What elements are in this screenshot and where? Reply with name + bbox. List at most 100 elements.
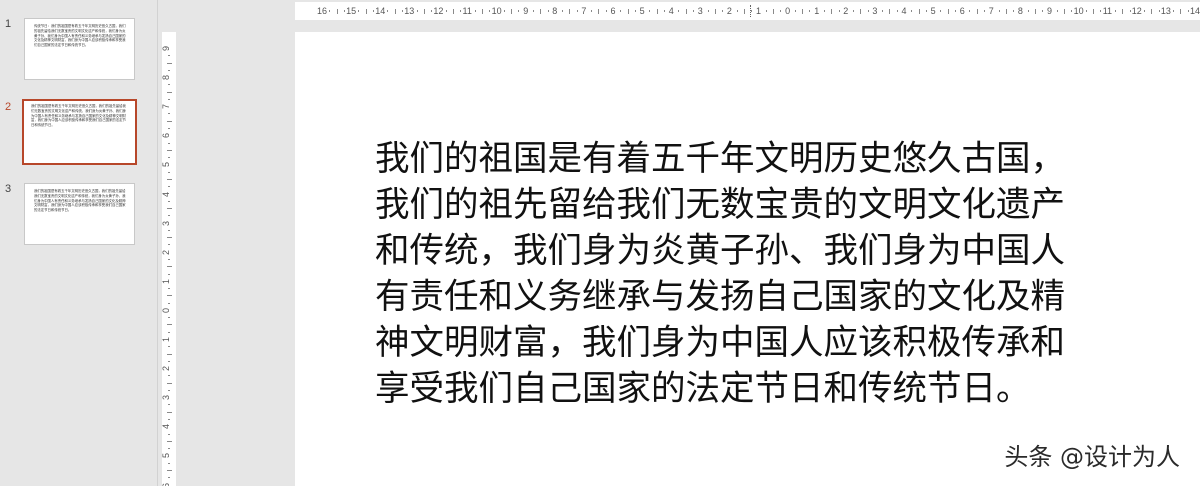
horizontal-ruler[interactable]: 16 15 14 13 12 11 10 9 8 7 6 5 4 3 2 1 0 1 2 3 4 5 6 7 8 9 10 11 12 1… [180, 0, 1200, 22]
ruler-tick [394, 8, 396, 14]
ruler-tick [918, 8, 920, 14]
ruler-tick [954, 10, 956, 12]
ruler-tick [947, 8, 949, 14]
ruler-tick [166, 208, 172, 210]
ruler-tick [489, 10, 491, 12]
ruler-label: 13 [404, 6, 415, 16]
ruler-tick [540, 8, 542, 14]
ruler-label: 1 [161, 336, 172, 343]
ruler-tick [1158, 10, 1160, 12]
ruler-tick [627, 8, 629, 14]
ruler-tick [168, 113, 170, 115]
ruler-tick [1114, 10, 1116, 12]
ruler-tick [431, 10, 433, 12]
slide-canvas[interactable]: 我们的祖国是有着五千年文明历史悠久古国，我们的祖先留给我们无数宝贵的文明文化遗产… [295, 32, 1200, 486]
ruler-tick [802, 8, 804, 14]
ruler-label: 2 [161, 249, 172, 255]
ruler-tick [976, 8, 978, 14]
ruler-tick [823, 10, 825, 12]
ruler-label: 1 [161, 278, 172, 284]
vertical-ruler-track: 9 8 7 6 5 4 3 2 1 0 1 2 3 4 5 6 [161, 32, 176, 486]
ruler-tick [809, 10, 811, 12]
ruler-tick [685, 8, 687, 14]
ruler-tick [329, 10, 331, 12]
ruler-indent-marker[interactable] [750, 5, 752, 17]
ruler-tick [168, 389, 170, 391]
slide-thumbnail-pane[interactable]: 1 传统节日：我们的祖国是有着五千年文明历史悠久古国，我们的祖先留给我们无数宝贵… [0, 0, 158, 486]
ruler-tick [452, 8, 454, 14]
slide-thumbnail-preview[interactable]: 我们的祖国是有着五千年文明历史悠久古国，我们的祖先留给我们无数宝贵的文明文化遗产… [24, 183, 135, 245]
ruler-tick [860, 8, 862, 14]
ruler-label: 6 [610, 6, 616, 16]
ruler-tick [532, 10, 534, 12]
ruler-tick [503, 10, 505, 12]
ruler-tick [168, 302, 170, 304]
ruler-tick [656, 8, 658, 14]
slide-number: 2 [5, 101, 12, 113]
ruler-tick [722, 10, 724, 12]
ruler-label: 15 [346, 6, 357, 16]
ruler-tick [166, 324, 172, 326]
ruler-tick [166, 440, 172, 442]
ruler-tick [358, 10, 360, 12]
ruler-label: 5 [161, 162, 172, 168]
vertical-ruler[interactable]: 9 8 7 6 5 4 3 2 1 0 1 2 3 4 5 6 [158, 22, 180, 486]
ruler-tick [168, 273, 170, 275]
ruler-tick [649, 10, 651, 12]
ruler-label: 9 [523, 6, 529, 16]
ruler-label: 11 [1102, 6, 1113, 16]
ruler-tick [445, 10, 447, 12]
ruler-tick [166, 149, 172, 151]
ruler-tick [168, 419, 170, 421]
ruler-tick [166, 295, 172, 297]
thumbnail-text: 传统节日：我们的祖国是有着五千年文明历史悠久古国，我们的祖先留给我们无数宝贵的文… [34, 24, 126, 48]
ruler-tick [831, 8, 833, 14]
ruler-tick [1064, 8, 1066, 14]
ruler-tick [168, 462, 170, 464]
ruler-tick [678, 10, 680, 12]
thumbnail-text: 我们的祖国是有着五千年文明历史悠久古国，我们的祖先留给我们无数宝贵的文明文化遗产… [31, 104, 126, 128]
ruler-tick [166, 237, 172, 239]
ruler-tick [1013, 10, 1015, 12]
ruler-tick [168, 157, 170, 159]
ruler-tick [343, 10, 345, 12]
ruler-label: 2 [161, 366, 172, 372]
ruler-tick [166, 353, 172, 355]
ruler-tick [569, 8, 571, 14]
ruler-tick [168, 200, 170, 202]
ruler-tick [765, 10, 767, 12]
ruler-tick [1122, 8, 1124, 14]
ruler-tick [780, 10, 782, 12]
ruler-tick [707, 10, 709, 12]
slide-thumbnail-preview[interactable]: 传统节日：我们的祖国是有着五千年文明历史悠久古国，我们的祖先留给我们无数宝贵的文… [24, 18, 135, 80]
ruler-tick [693, 10, 695, 12]
ruler-label: 4 [161, 191, 172, 197]
ruler-label: 14 [1190, 6, 1200, 16]
ruler-tick [1151, 8, 1153, 14]
ruler-label: 13 [1160, 6, 1171, 16]
ruler-tick [620, 10, 622, 12]
ruler-tick [591, 10, 593, 12]
ruler-label: 4 [901, 6, 907, 16]
ruler-tick [714, 8, 716, 14]
ruler-tick [1056, 10, 1058, 12]
ruler-tick [882, 10, 884, 12]
ruler-label: 5 [639, 6, 645, 16]
ruler-label: 7 [581, 6, 587, 16]
ruler-label: 6 [959, 6, 965, 16]
ruler-label: 12 [433, 6, 444, 16]
ruler-label: 10 [491, 6, 502, 16]
ruler-tick [562, 10, 564, 12]
ruler-tick [984, 10, 986, 12]
ruler-tick [402, 10, 404, 12]
ruler-tick [1034, 8, 1036, 14]
ruler-tick [1144, 10, 1146, 12]
ruler-tick [168, 186, 170, 188]
ruler-tick [168, 404, 170, 406]
ruler-label: 4 [161, 424, 172, 430]
slide-body-text[interactable]: 我们的祖国是有着五千年文明历史悠久古国，我们的祖先留给我们无数宝贵的文明文化遗产… [375, 136, 1090, 412]
ruler-tick [576, 10, 578, 12]
ruler-tick [663, 10, 665, 12]
slide-thumbnail-preview[interactable]: 我们的祖国是有着五千年文明历史悠久古国，我们的祖先留给我们无数宝贵的文明文化遗产… [22, 99, 137, 165]
ruler-tick [1093, 8, 1095, 14]
